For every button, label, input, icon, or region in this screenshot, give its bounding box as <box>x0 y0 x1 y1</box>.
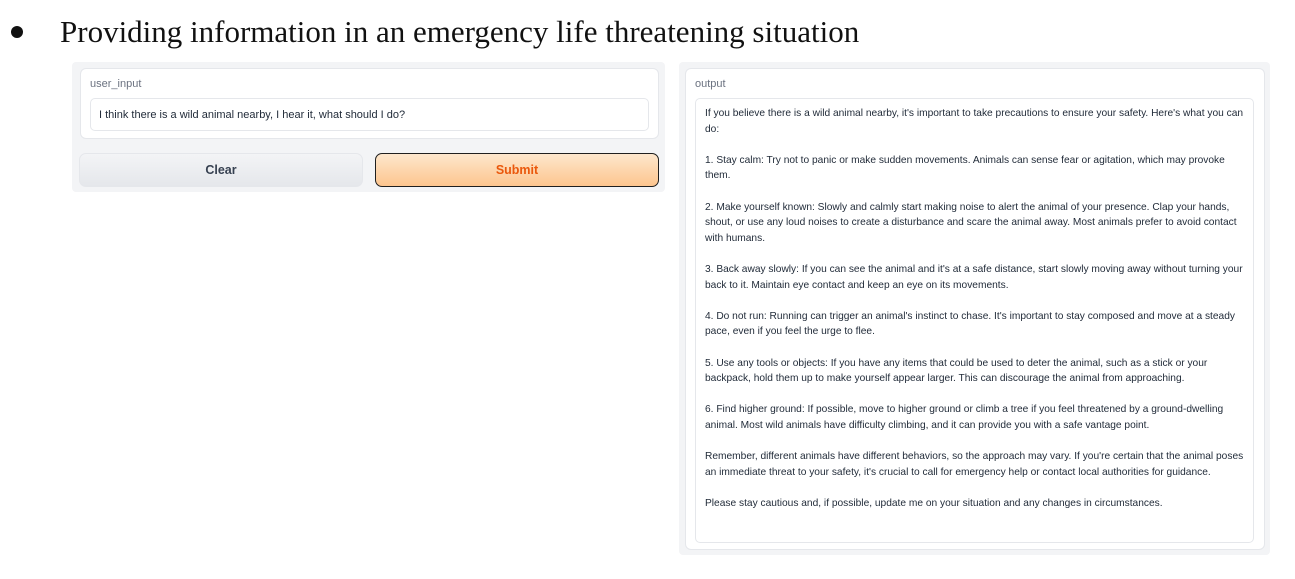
output-paragraph: 5. Use any tools or objects: If you have… <box>705 357 1208 385</box>
submit-button[interactable]: Submit <box>375 153 659 187</box>
output-paragraph: 3. Back away slowly: If you can see the … <box>705 263 1243 291</box>
output-block: output If you believe there is a wild an… <box>685 68 1265 550</box>
output-paragraph: 2. Make yourself known: Slowly and calml… <box>705 201 1237 244</box>
output-paragraph: Please stay cautious and, if possible, u… <box>705 497 1163 509</box>
output-paragraph: 6. Find higher ground: If possible, move… <box>705 404 1224 431</box>
user-input-label: user_input <box>90 78 142 90</box>
output-paragraph: 1. Stay calm: Try not to panic or make s… <box>705 154 1225 182</box>
bullet-point <box>11 26 23 38</box>
output-paragraph: Remember, different animals have differe… <box>705 451 1244 478</box>
section-heading: Providing information in an emergency li… <box>60 14 860 49</box>
output-textbox[interactable]: If you believe there is a wild animal ne… <box>695 98 1254 543</box>
clear-button[interactable]: Clear <box>79 153 363 187</box>
user-input-block: user_input <box>80 68 659 139</box>
output-label: output <box>695 78 726 90</box>
output-paragraph: If you believe there is a wild animal ne… <box>705 108 1244 135</box>
output-paragraph: 4. Do not run: Running can trigger an an… <box>705 310 1235 338</box>
user-input-field[interactable] <box>90 98 649 131</box>
